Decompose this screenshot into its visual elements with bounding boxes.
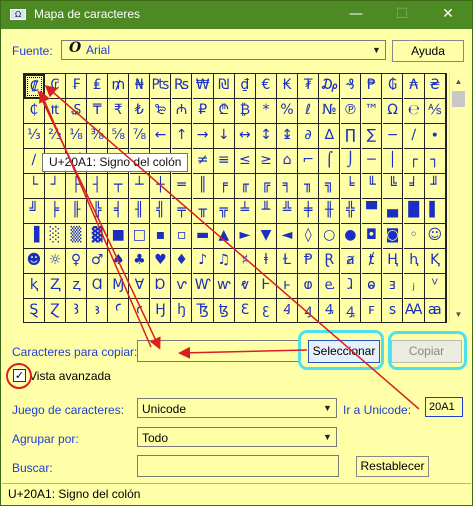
arrow-unicode-to-grid	[44, 85, 420, 410]
annotation-arrows	[37, 85, 420, 410]
arrow-copy-to-grid	[39, 90, 152, 348]
arrow-select-to-copy	[178, 346, 308, 359]
character-map-window: Ω Mapa de caracteres — ☐ ✕ Fuente: O Ari…	[0, 0, 473, 506]
